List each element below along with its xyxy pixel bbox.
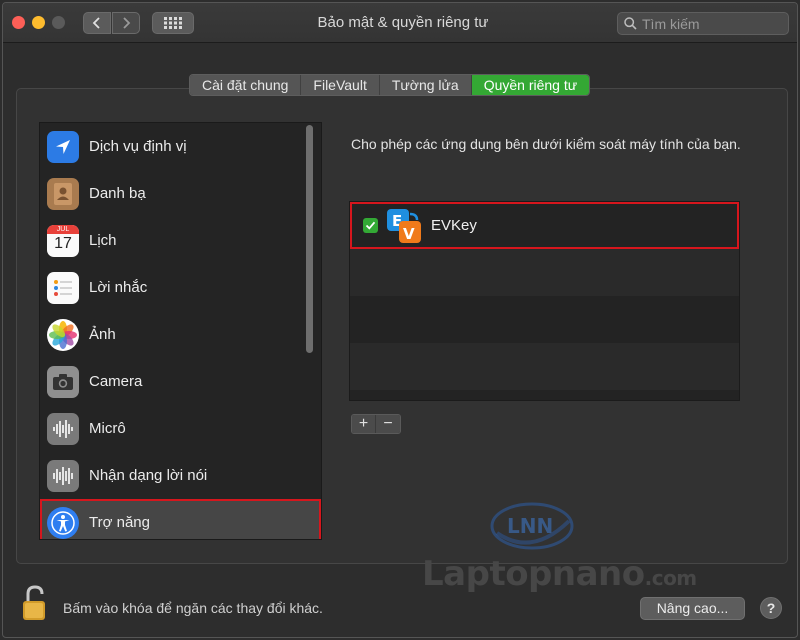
security-tab-bar: Cài đặt chung FileVault Tường lửa Quyền … xyxy=(189,74,591,96)
privacy-category-list[interactable]: Dịch vụ định vị Danh bạ JUL 17 Lịch Lời … xyxy=(39,122,322,540)
search-icon xyxy=(624,17,637,30)
unlocked-padlock-icon[interactable] xyxy=(21,585,51,623)
reminders-icon xyxy=(47,271,79,304)
evkey-app-icon: E V xyxy=(387,208,421,243)
calendar-day-label: 17 xyxy=(54,234,72,252)
forward-button[interactable] xyxy=(112,12,140,34)
sidebar-item-label: Ảnh xyxy=(89,326,116,343)
calendar-icon: JUL 17 xyxy=(47,224,79,257)
window-title: Bảo mật & quyền riêng tư xyxy=(317,14,489,31)
sidebar-item-label: Dịch vụ định vị xyxy=(89,138,187,155)
add-app-button[interactable]: + xyxy=(352,415,376,433)
tab-firewall[interactable]: Tường lửa xyxy=(379,75,472,95)
app-enable-checkbox[interactable] xyxy=(363,218,378,233)
sidebar-item-location-services[interactable]: Dịch vụ định vị xyxy=(40,123,321,170)
advanced-button[interactable]: Nâng cao... xyxy=(640,597,745,620)
add-remove-control: + − xyxy=(351,414,401,434)
sidebar-item-reminders[interactable]: Lời nhắc xyxy=(40,264,321,311)
sidebar-item-label: Micrô xyxy=(89,420,126,437)
watermark-logo-text: LNN xyxy=(507,514,553,538)
speech-waveform-icon xyxy=(47,459,79,492)
zoom-window-button[interactable] xyxy=(52,16,65,29)
accessibility-icon xyxy=(47,506,79,539)
tab-filevault[interactable]: FileVault xyxy=(301,75,380,95)
calendar-month-label: JUL xyxy=(47,224,79,234)
permission-description: Cho phép các ứng dụng bên dưới kiểm soát… xyxy=(351,136,741,152)
show-all-button[interactable] xyxy=(152,12,194,34)
search-field[interactable] xyxy=(617,12,789,35)
sidebar-item-microphone[interactable]: Micrô xyxy=(40,405,321,452)
sidebar-item-camera[interactable]: Camera xyxy=(40,358,321,405)
grid-icon xyxy=(164,17,182,29)
checkmark-icon xyxy=(365,221,376,230)
minimize-window-button[interactable] xyxy=(32,16,45,29)
watermark-logo-icon: LNN xyxy=(490,502,574,550)
allowed-apps-list[interactable]: E V EVKey xyxy=(349,201,740,401)
svg-text:V: V xyxy=(403,225,415,243)
search-input[interactable] xyxy=(642,15,782,32)
photos-icon xyxy=(47,318,79,351)
sidebar-item-photos[interactable]: Ảnh xyxy=(40,311,321,358)
sidebar-item-label: Lời nhắc xyxy=(89,279,148,296)
sidebar-item-accessibility[interactable]: Trợ năng xyxy=(40,499,321,539)
title-bar: Bảo mật & quyền riêng tư xyxy=(3,3,797,43)
contacts-book-icon xyxy=(47,177,79,210)
empty-row xyxy=(350,343,739,390)
app-name: EVKey xyxy=(431,217,477,234)
empty-row xyxy=(350,296,739,343)
watermark-name: Laptopnano xyxy=(422,554,645,594)
sidebar-item-calendar[interactable]: JUL 17 Lịch xyxy=(40,217,321,264)
remove-app-button[interactable]: − xyxy=(376,415,400,433)
location-arrow-icon xyxy=(47,130,79,163)
tab-privacy[interactable]: Quyền riêng tư xyxy=(471,75,590,95)
lock-hint-text: Bấm vào khóa để ngăn các thay đổi khác. xyxy=(63,600,323,616)
empty-row xyxy=(350,390,739,400)
list-scrollbar[interactable] xyxy=(306,125,313,353)
app-row-evkey[interactable]: E V EVKey xyxy=(350,202,739,249)
sidebar-item-contacts[interactable]: Danh bạ xyxy=(40,170,321,217)
chevron-right-icon xyxy=(123,17,131,29)
privacy-panel: Dịch vụ định vị Danh bạ JUL 17 Lịch Lời … xyxy=(16,88,788,594)
sidebar-item-label: Danh bạ xyxy=(89,185,146,202)
camera-icon xyxy=(47,365,79,398)
sidebar-item-label: Camera xyxy=(89,373,143,390)
close-window-button[interactable] xyxy=(12,16,25,29)
back-button[interactable] xyxy=(83,12,111,34)
watermark-suffix: .com xyxy=(644,566,698,590)
sidebar-item-label: Trợ năng xyxy=(89,514,150,531)
window: Bảo mật & quyền riêng tư Dịch vụ định vị xyxy=(2,2,798,638)
sidebar-item-speech-recognition[interactable]: Nhận dạng lời nói xyxy=(40,452,321,499)
watermark-text: Laptopnano.com xyxy=(422,554,697,594)
help-button[interactable]: ? xyxy=(760,597,782,619)
empty-row xyxy=(350,249,739,296)
sidebar-item-label: Nhận dạng lời nói xyxy=(89,467,208,484)
sidebar-item-label: Lịch xyxy=(89,232,117,249)
microphone-waveform-icon xyxy=(47,412,79,445)
chevron-left-icon xyxy=(92,17,100,29)
tab-general[interactable]: Cài đặt chung xyxy=(190,75,302,95)
